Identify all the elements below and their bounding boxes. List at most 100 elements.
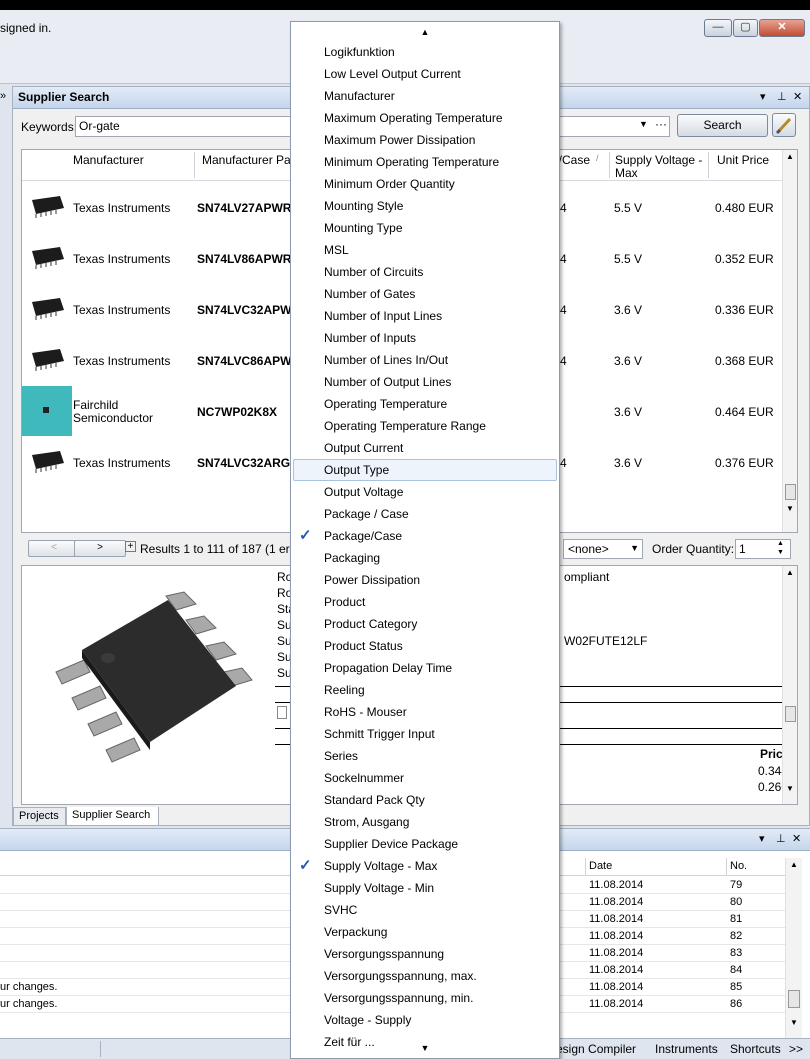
menu-item[interactable]: Minimum Order Quantity (293, 173, 557, 195)
keywords-combo[interactable] (558, 116, 670, 137)
menu-item[interactable]: Output Current (293, 437, 557, 459)
menu-item[interactable]: Series (293, 745, 557, 767)
scroll-thumb[interactable] (785, 706, 796, 722)
menu-item[interactable]: Strom, Ausgang (293, 811, 557, 833)
scroll-up-icon[interactable]: ▲ (786, 568, 794, 577)
panel-menu-icon[interactable]: ▾ (759, 832, 765, 845)
menu-item[interactable]: Low Level Output Current (293, 63, 557, 85)
col-voltage-1[interactable]: Supply Voltage - (615, 153, 702, 167)
keywords-input[interactable]: Or-gate (75, 116, 293, 137)
search-button[interactable]: Search (677, 114, 768, 137)
chevron-down-icon[interactable]: ▼ (639, 119, 648, 129)
scroll-up-icon[interactable]: ▲ (786, 152, 794, 161)
tab-supplier-search[interactable]: Supplier Search (66, 807, 159, 826)
expand-icon[interactable]: + (125, 541, 136, 552)
collapse-panels-icon[interactable]: » (0, 90, 6, 102)
panel-menu-icon[interactable]: ▾ (760, 90, 766, 103)
menu-item[interactable]: Operating Temperature Range (293, 415, 557, 437)
menu-item[interactable]: Sockelnummer (293, 767, 557, 789)
col-part[interactable]: Manufacturer Par (202, 153, 295, 167)
menu-item[interactable]: SVHC (293, 899, 557, 921)
column-divider (708, 152, 709, 178)
scroll-up-icon[interactable]: ▲ (790, 860, 798, 869)
menu-item[interactable]: Manufacturer (293, 85, 557, 107)
pin-icon[interactable]: ⊥ (776, 832, 786, 845)
status-shortcuts[interactable]: Shortcuts (730, 1042, 781, 1056)
menu-item[interactable]: Number of Gates (293, 283, 557, 305)
next-page-button[interactable]: > (74, 540, 126, 557)
menu-item[interactable]: Standard Pack Qty (293, 789, 557, 811)
menu-item[interactable]: Mounting Style (293, 195, 557, 217)
menu-item[interactable]: Number of Output Lines (293, 371, 557, 393)
panel-close-icon[interactable]: ✕ (792, 832, 801, 845)
scroll-down-icon[interactable]: ▼ (786, 784, 794, 793)
tab-projects[interactable]: Projects (13, 807, 66, 826)
scroll-down-icon[interactable]: ▼ (786, 504, 794, 513)
menu-item[interactable]: Minimum Operating Temperature (293, 151, 557, 173)
menu-item[interactable]: Supplier Device Package (293, 833, 557, 855)
menu-item[interactable]: Verpackung (293, 921, 557, 943)
menu-item[interactable]: Product Category (293, 613, 557, 635)
cell-no: 82 (730, 930, 743, 942)
menu-item[interactable]: Versorgungsspannung, max. (293, 965, 557, 987)
col-no[interactable]: No. (730, 860, 747, 872)
status-instruments[interactable]: Instruments (655, 1042, 718, 1056)
menu-item[interactable]: Logikfunktion (293, 41, 557, 63)
menu-item[interactable]: Maximum Power Dissipation (293, 129, 557, 151)
prev-page-button[interactable]: < (28, 540, 80, 557)
changes-scrollbar[interactable]: ▲ ▼ (785, 858, 802, 1038)
menu-item[interactable]: Supply Voltage - Min (293, 877, 557, 899)
menu-item[interactable]: Product Status (293, 635, 557, 657)
menu-item[interactable]: Versorgungsspannung, min. (293, 987, 557, 1009)
menu-item[interactable]: Output Voltage (293, 481, 557, 503)
scroll-down-icon[interactable]: ▼ (790, 1018, 798, 1027)
panel-close-icon[interactable]: ✕ (793, 90, 802, 103)
maximize-button[interactable]: ▢ (733, 19, 758, 37)
menu-item[interactable]: Package / Case (293, 503, 557, 525)
menu-item[interactable]: ✓ Supply Voltage - Max (293, 855, 557, 877)
minimize-button[interactable]: — (704, 19, 732, 37)
menu-item-label: Product (324, 595, 366, 609)
status-more[interactable]: >> (789, 1042, 803, 1056)
more-options-icon[interactable]: ··· (655, 117, 667, 131)
menu-item[interactable]: MSL (293, 239, 557, 261)
cell-price: 0.336 EUR (715, 303, 774, 317)
menu-item-label: Reeling (324, 683, 365, 697)
menu-item[interactable]: Product (293, 591, 557, 613)
status-design-compiler[interactable]: esign Compiler (556, 1042, 636, 1056)
menu-item[interactable]: Number of Lines In/Out (293, 349, 557, 371)
menu-item[interactable]: Schmitt Trigger Input (293, 723, 557, 745)
col-manufacturer[interactable]: Manufacturer (73, 153, 144, 167)
menu-item[interactable]: Voltage - Supply (293, 1009, 557, 1031)
menu-item[interactable]: Mounting Type (293, 217, 557, 239)
col-unit-price[interactable]: Unit Price (717, 153, 769, 167)
col-date[interactable]: Date (589, 860, 612, 872)
menu-item[interactable]: RoHS - Mouser (293, 701, 557, 723)
menu-item[interactable]: Reeling (293, 679, 557, 701)
grid-scrollbar[interactable]: ▲ ▼ (782, 150, 797, 532)
scroll-thumb[interactable] (788, 990, 800, 1008)
menu-item-label: Versorgungsspannung (324, 947, 445, 961)
menu-item[interactable]: Propagation Delay Time (293, 657, 557, 679)
close-button[interactable]: ✕ (759, 19, 805, 37)
menu-item[interactable]: ✓ Package/Case (293, 525, 557, 547)
menu-item[interactable]: Operating Temperature (293, 393, 557, 415)
qty-stepper-icon[interactable]: ▲ ▼ (777, 539, 784, 557)
menu-item[interactable]: Output Type (293, 459, 557, 481)
pin-icon[interactable]: ⊥ (777, 90, 787, 103)
scroll-thumb[interactable] (785, 484, 796, 500)
menu-item[interactable]: Number of Circuits (293, 261, 557, 283)
menu-item[interactable]: Versorgungsspannung (293, 943, 557, 965)
menu-scroll-down-icon[interactable]: ▼ (291, 1036, 559, 1058)
menu-item[interactable]: Power Dissipation (293, 569, 557, 591)
filter-select[interactable]: <none> ▼ (563, 539, 643, 559)
menu-item[interactable]: Number of Input Lines (293, 305, 557, 327)
menu-item-label: Standard Pack Qty (324, 793, 425, 807)
menu-item[interactable]: Maximum Operating Temperature (293, 107, 557, 129)
menu-item[interactable]: Number of Inputs (293, 327, 557, 349)
detail-scrollbar[interactable]: ▲ ▼ (782, 566, 797, 804)
menu-item-label: Sockelnummer (324, 771, 405, 785)
brush-button[interactable] (772, 113, 796, 137)
cell-manufacturer: Texas Instruments (73, 354, 171, 368)
menu-item[interactable]: Packaging (293, 547, 557, 569)
